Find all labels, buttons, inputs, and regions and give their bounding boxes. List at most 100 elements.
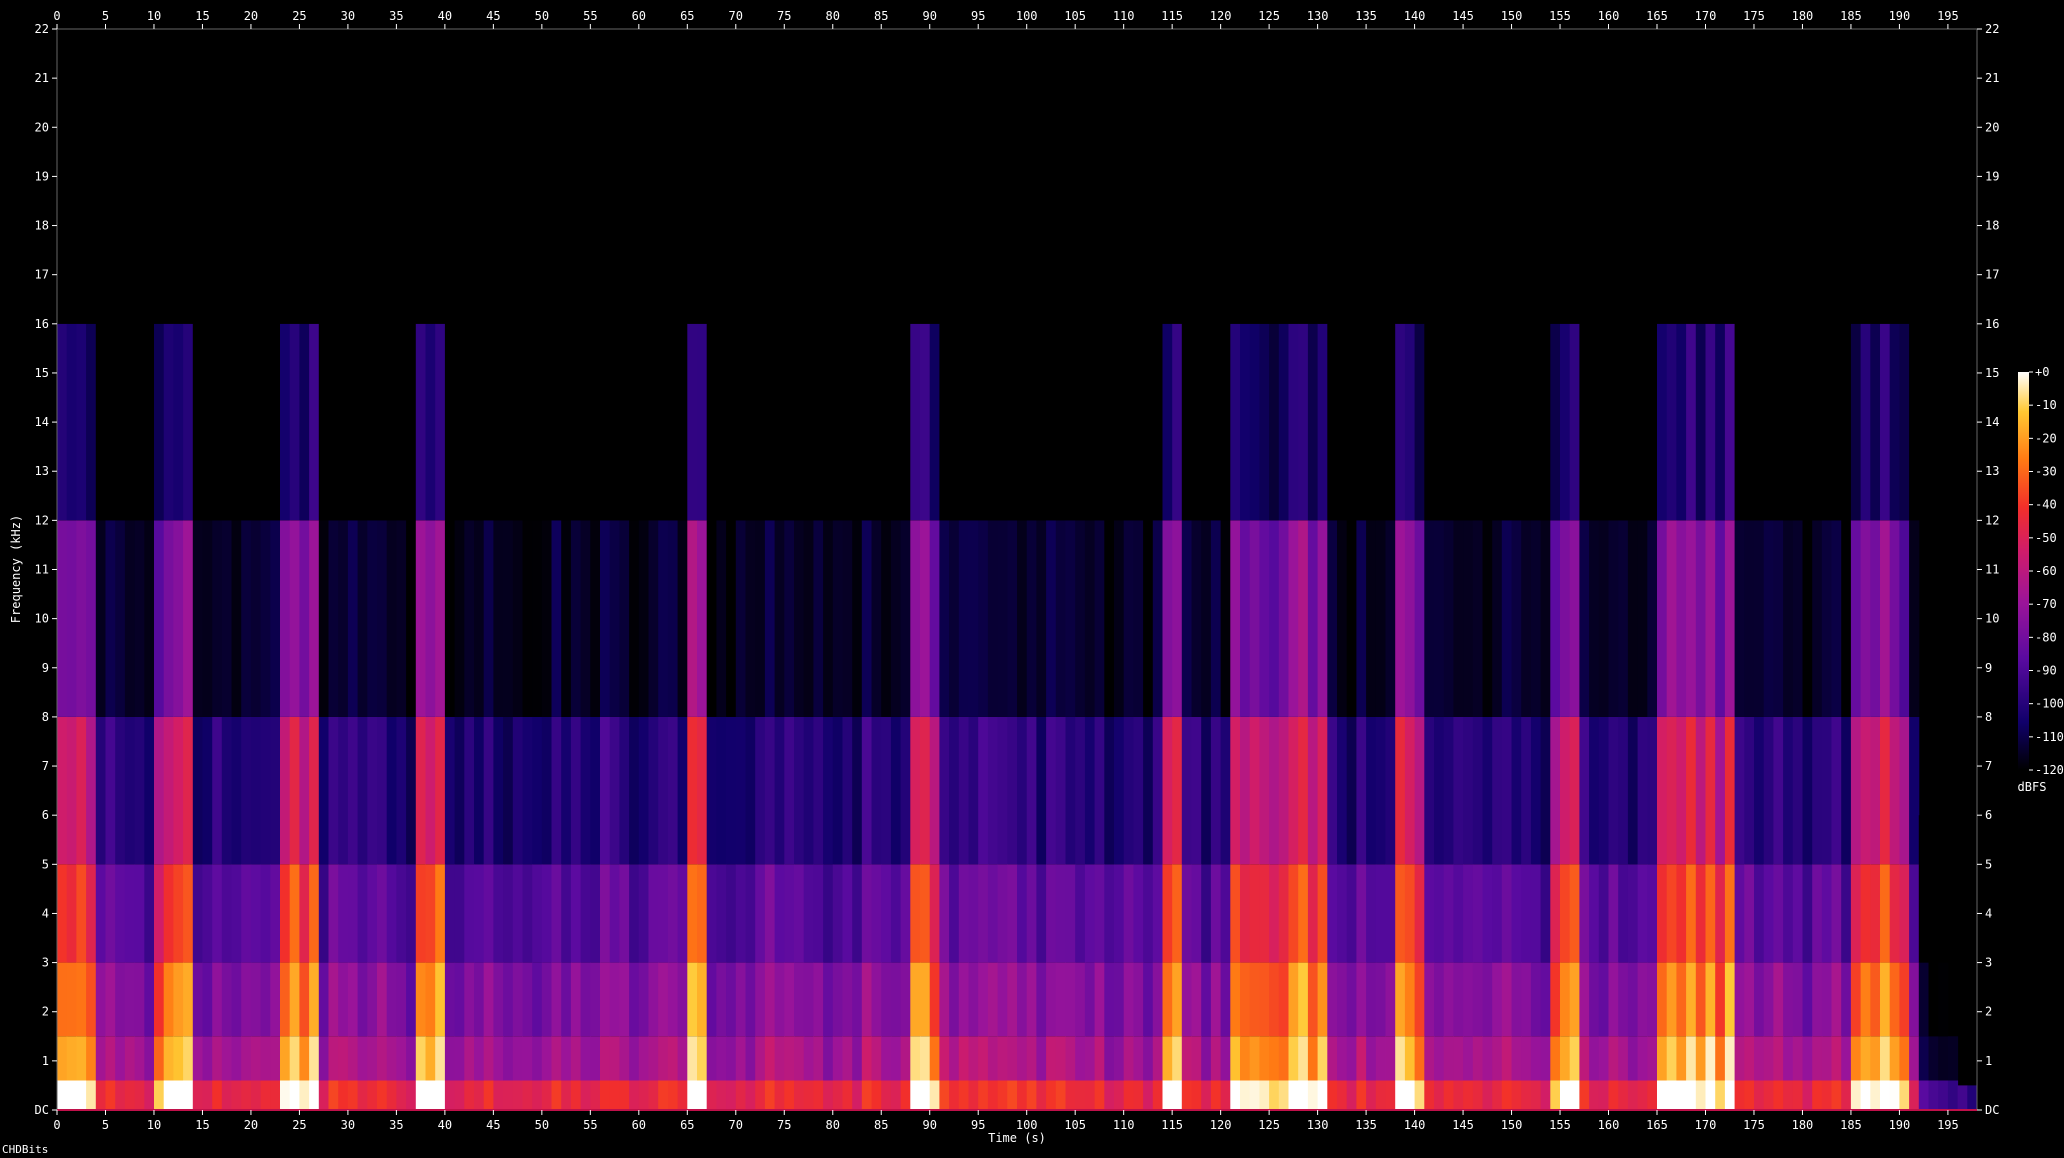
spectrogram-cell bbox=[784, 520, 795, 717]
spectrogram-cell bbox=[76, 962, 87, 1037]
spectrogram-cell bbox=[997, 962, 1008, 1037]
spectrogram-cell bbox=[658, 520, 669, 717]
spectrogram-cell bbox=[474, 323, 485, 521]
spectrogram-cell bbox=[1337, 520, 1348, 717]
y-tick-label-right: 16 bbox=[1985, 317, 1999, 331]
spectrogram-cell bbox=[1366, 1036, 1377, 1081]
x-tick-label-top: 110 bbox=[1113, 9, 1135, 23]
spectrogram-cell bbox=[939, 1080, 950, 1110]
spectrogram-cell bbox=[1133, 1080, 1144, 1110]
spectrogram-cell bbox=[532, 962, 543, 1037]
spectrogram-cell bbox=[1792, 1080, 1803, 1110]
spectrogram-cell bbox=[1307, 864, 1319, 963]
spectrogram-cell bbox=[949, 1036, 960, 1081]
spectrogram-cell bbox=[212, 520, 223, 717]
spectrogram-cell bbox=[1375, 1036, 1386, 1081]
spectrogram-cell bbox=[1763, 78, 1774, 324]
spectrogram-cell bbox=[522, 1080, 533, 1110]
spectrogram-cell bbox=[1938, 1080, 1949, 1110]
spectrogram-cell bbox=[1404, 78, 1416, 324]
spectrogram-cell bbox=[658, 864, 669, 963]
spectrogram-cell bbox=[900, 864, 911, 963]
spectrogram-cell bbox=[1754, 962, 1765, 1037]
spectrogram-cell bbox=[1802, 864, 1813, 963]
spectrogram-cell bbox=[86, 323, 97, 521]
spectrogram-cell bbox=[221, 962, 232, 1037]
spectrogram-cell bbox=[454, 864, 465, 963]
spectrogram-cell bbox=[784, 78, 795, 324]
spectrogram-cell bbox=[163, 716, 174, 865]
spectrogram-cell bbox=[192, 323, 203, 521]
spectrogram-cell bbox=[1870, 1080, 1881, 1110]
spectrogram-cell bbox=[183, 323, 194, 521]
spectrogram-cell bbox=[842, 962, 853, 1037]
spectrogram-cell bbox=[1763, 716, 1774, 865]
x-tick-label-bottom: 160 bbox=[1598, 1118, 1620, 1132]
spectrogram-cell bbox=[1453, 323, 1464, 521]
spectrogram-cell bbox=[299, 864, 310, 963]
spectrogram-cell bbox=[1375, 962, 1386, 1037]
spectrogram-cell bbox=[764, 962, 776, 1037]
spectrogram-cell bbox=[299, 1036, 310, 1081]
spectrogram-cell bbox=[561, 520, 572, 717]
spectrogram-cell bbox=[1191, 962, 1202, 1037]
spectrogram-cell bbox=[1608, 78, 1619, 324]
spectrogram-cell bbox=[1618, 1080, 1629, 1110]
spectrogram-cell bbox=[163, 1036, 174, 1081]
spectrogram-cell bbox=[929, 323, 940, 521]
spectrogram-cell bbox=[1579, 1080, 1590, 1110]
spectrogram-cell bbox=[619, 520, 630, 717]
spectrogram-cell bbox=[823, 962, 834, 1037]
spectrogram-cell bbox=[1734, 962, 1745, 1037]
x-tick-label-top: 55 bbox=[583, 9, 597, 23]
y-axis-left: DC12345678910111213141516171819202122 bbox=[35, 22, 57, 1117]
spectrogram-cell bbox=[1434, 716, 1445, 865]
spectrogram-cell bbox=[1230, 1080, 1241, 1110]
y-tick-label-right: 14 bbox=[1985, 415, 1999, 429]
spectrogram-cell bbox=[289, 323, 300, 521]
spectrogram-cell bbox=[580, 1036, 591, 1081]
spectrogram-cell bbox=[541, 1036, 552, 1081]
spectrogram-cell bbox=[1201, 716, 1212, 865]
spectrogram-cell bbox=[890, 716, 902, 865]
spectrogram-cell bbox=[532, 1036, 543, 1081]
spectrogram-cell bbox=[1812, 323, 1823, 521]
spectrogram-cell bbox=[1938, 1036, 1949, 1081]
spectrogram-cell bbox=[163, 962, 174, 1037]
spectrogram-cell bbox=[1269, 323, 1280, 521]
spectrogram-cell bbox=[328, 323, 339, 521]
spectrogram-cell bbox=[600, 864, 611, 963]
spectrogram-cell bbox=[939, 1036, 950, 1081]
spectrogram-cell bbox=[1375, 716, 1386, 865]
spectrogram-cell bbox=[1065, 1036, 1076, 1081]
spectrogram-cell bbox=[1928, 962, 1939, 1037]
spectrogram-cell bbox=[386, 323, 397, 521]
x-tick-label-bottom: 45 bbox=[486, 1118, 500, 1132]
spectrogram-cell bbox=[1201, 78, 1212, 324]
spectrogram-cell bbox=[1094, 1036, 1105, 1081]
spectrogram-cell bbox=[580, 520, 591, 717]
spectrogram-cell bbox=[1870, 323, 1881, 521]
spectrogram-cell bbox=[1686, 78, 1697, 324]
spectrogram-cell bbox=[764, 78, 776, 324]
spectrogram-cell bbox=[124, 1080, 136, 1110]
spectrogram-cell bbox=[66, 864, 77, 963]
spectrogram-cell bbox=[551, 520, 562, 717]
spectrogram-cell bbox=[1540, 716, 1551, 865]
spectrogram-cell bbox=[1220, 1036, 1231, 1081]
spectrogram-cell bbox=[1026, 1080, 1037, 1110]
y-axis-title: Frequency (kHz) bbox=[9, 515, 23, 623]
spectrogram-cell bbox=[280, 962, 291, 1037]
spectrogram-cell bbox=[212, 1080, 223, 1110]
spectrogram-cell bbox=[503, 864, 514, 963]
spectrogram-cell bbox=[1589, 1080, 1600, 1110]
spectrogram-cell bbox=[241, 1080, 252, 1110]
spectrogram-cell bbox=[987, 864, 999, 963]
spectrogram-cell bbox=[309, 864, 320, 963]
spectrogram-cell bbox=[183, 1080, 194, 1110]
spectrogram-cell bbox=[1385, 1080, 1396, 1110]
spectrogram-cell bbox=[803, 323, 814, 521]
spectrogram-cell bbox=[1259, 864, 1270, 963]
spectrogram-cell bbox=[1162, 1080, 1173, 1110]
spectrogram-cell bbox=[1385, 864, 1396, 963]
